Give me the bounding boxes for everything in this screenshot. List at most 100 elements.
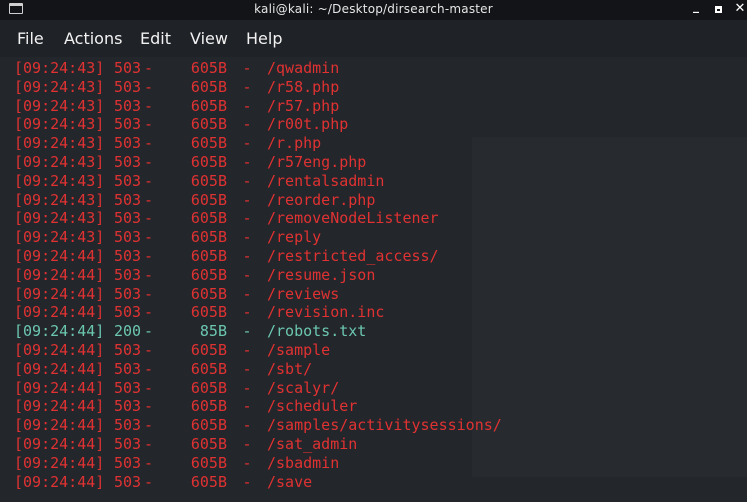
timestamp: [09:24:44]: [14, 453, 105, 472]
status-code: 503: [114, 171, 142, 190]
separator: -: [144, 265, 154, 284]
separator: -: [242, 134, 252, 153]
request-path: /scalyr/: [267, 378, 340, 397]
menu-bar: File Actions Edit View Help: [0, 21, 747, 57]
separator: -: [242, 378, 252, 397]
minimize-button[interactable]: _: [688, 0, 704, 17]
maximize-button[interactable]: [710, 1, 726, 17]
separator: -: [242, 397, 252, 416]
timestamp: [09:24:43]: [14, 77, 105, 96]
request-path: /sbt/: [267, 359, 313, 378]
request-path: /removeNodeListener: [267, 209, 439, 228]
timestamp: [09:24:44]: [14, 265, 105, 284]
maximize-icon: [714, 6, 722, 13]
separator: -: [144, 303, 154, 322]
separator: -: [144, 152, 154, 171]
separator: -: [144, 246, 154, 265]
request-path: /r00t.php: [267, 115, 349, 134]
separator: -: [144, 359, 154, 378]
timestamp: [09:24:43]: [14, 134, 105, 153]
request-path: /samples/activitysessions/: [267, 416, 502, 435]
timestamp: [09:24:44]: [14, 378, 105, 397]
separator: -: [144, 340, 154, 359]
request-path: /save: [267, 472, 313, 491]
timestamp: [09:24:43]: [14, 228, 105, 247]
log-line: [09:24:43] 503-605B -/r57.php: [14, 97, 502, 116]
separator: -: [144, 96, 154, 115]
separator: -: [242, 265, 252, 284]
log-line: [09:24:44] 503-605B -/save: [14, 473, 502, 492]
log-line: [09:24:43] 503-605B -/reorder.php: [14, 191, 502, 210]
background-window-reflection: [472, 137, 747, 477]
timestamp: [09:24:43]: [14, 115, 105, 134]
separator: -: [242, 228, 252, 247]
log-line: [09:24:43] 503-605B -/rentalsadmin: [14, 172, 502, 191]
request-path: /r.php: [267, 134, 322, 153]
timestamp: [09:24:43]: [14, 152, 105, 171]
terminal-window: kali@kali: ~/Desktop/dirsearch-master _ …: [0, 0, 747, 502]
response-size: 605B: [190, 152, 227, 171]
separator: -: [144, 416, 154, 435]
separator: -: [242, 322, 252, 341]
separator: -: [144, 434, 154, 453]
separator: -: [144, 171, 154, 190]
timestamp: [09:24:44]: [14, 322, 105, 341]
separator: -: [144, 472, 154, 491]
request-path: /rentalsadmin: [267, 171, 385, 190]
separator: -: [242, 303, 252, 322]
terminal-output[interactable]: [09:24:43] 503-605B -/qwadmin [09:24:43] 503…: [0, 57, 747, 502]
status-code: 503: [114, 96, 142, 115]
menu-view[interactable]: View: [190, 29, 228, 48]
separator: -: [144, 228, 154, 247]
log-line: [09:24:43] 503-605B -/r58.php: [14, 78, 502, 97]
title-bar[interactable]: kali@kali: ~/Desktop/dirsearch-master _ …: [0, 0, 747, 20]
log-line: [09:24:43] 503-605B -/removeNodeListener: [14, 209, 502, 228]
timestamp: [09:24:44]: [14, 284, 105, 303]
menu-file[interactable]: File: [17, 29, 44, 48]
status-code: 503: [114, 378, 142, 397]
response-size: 605B: [190, 246, 227, 265]
status-code: 503: [114, 59, 142, 77]
log-line: [09:24:44] 503-605B -/sbadmin: [14, 454, 502, 473]
timestamp: [09:24:43]: [14, 171, 105, 190]
response-size: 605B: [190, 228, 227, 247]
request-path: /reply: [267, 228, 322, 247]
request-path: /reviews: [267, 284, 340, 303]
log-line: [09:24:44] 503-605B -/sample: [14, 341, 502, 360]
response-size: 605B: [190, 416, 227, 435]
request-path: /reorder.php: [267, 190, 376, 209]
separator: -: [242, 284, 252, 303]
log-line: [09:24:44] 503-605B -/reviews: [14, 285, 502, 304]
menu-actions[interactable]: Actions: [64, 29, 122, 48]
status-code: 503: [114, 434, 142, 453]
log-line: [09:24:44] 503-605B -/samples/activitysess…: [14, 416, 502, 435]
separator: -: [144, 59, 154, 77]
window-title: kali@kali: ~/Desktop/dirsearch-master: [254, 2, 493, 16]
close-button[interactable]: ✕: [732, 1, 747, 17]
separator: -: [242, 209, 252, 228]
response-size: 605B: [190, 397, 227, 416]
log-line: [09:24:44] 503-605B -/sat_admin: [14, 435, 502, 454]
response-size: 605B: [190, 434, 227, 453]
response-size: 605B: [190, 378, 227, 397]
status-code: 503: [114, 265, 142, 284]
status-code: 503: [114, 246, 142, 265]
status-code: 503: [114, 152, 142, 171]
timestamp: [09:24:44]: [14, 340, 105, 359]
menu-help[interactable]: Help: [246, 29, 282, 48]
status-code: 503: [114, 340, 142, 359]
response-size: 605B: [190, 359, 227, 378]
status-code: 200: [114, 322, 142, 341]
log-line: [09:24:44] 200-85B -/robots.txt: [14, 322, 502, 341]
timestamp: [09:24:43]: [14, 209, 105, 228]
log-line: [09:24:43] 503-605B -/r57eng.php: [14, 153, 502, 172]
separator: -: [242, 152, 252, 171]
status-code: 503: [114, 359, 142, 378]
separator: -: [242, 246, 252, 265]
status-code: 503: [114, 115, 142, 134]
request-path: /sbadmin: [267, 453, 340, 472]
menu-edit[interactable]: Edit: [140, 29, 171, 48]
separator: -: [144, 77, 154, 96]
timestamp: [09:24:44]: [14, 246, 105, 265]
request-path: /r58.php: [267, 77, 340, 96]
